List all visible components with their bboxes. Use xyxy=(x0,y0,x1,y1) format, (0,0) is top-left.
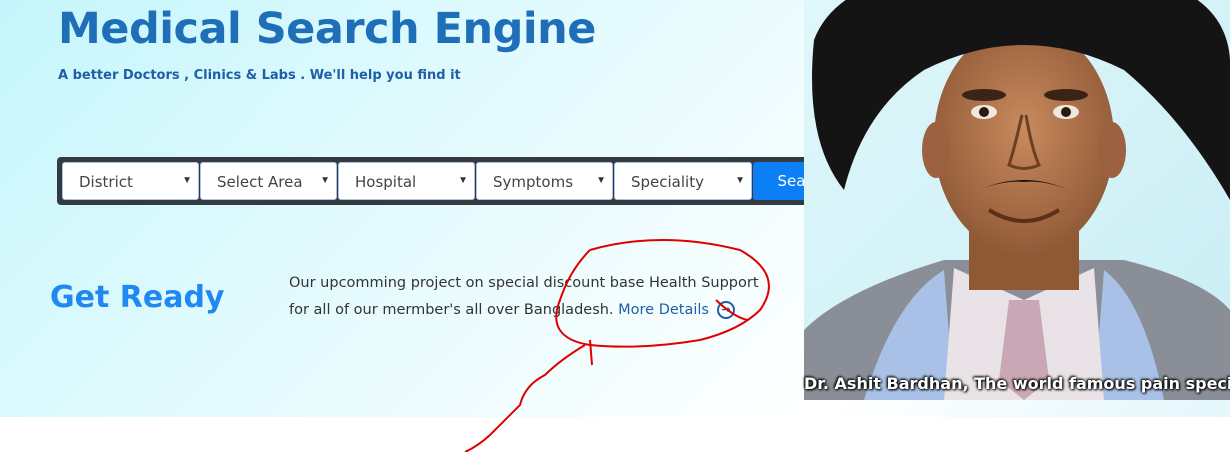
more-details-link[interactable]: More Details → xyxy=(618,301,735,319)
area-select[interactable]: Select Area ▼ xyxy=(200,162,337,200)
hospital-select[interactable]: Hospital ▼ xyxy=(338,162,475,200)
symptoms-select-label: Symptoms xyxy=(493,173,574,191)
doctor-portrait xyxy=(804,0,1230,400)
district-select[interactable]: District ▼ xyxy=(62,162,199,200)
chevron-down-icon: ▼ xyxy=(320,175,330,186)
promo-text: Our upcomming project on special discoun… xyxy=(289,270,769,324)
arrow-circle-right-icon: → xyxy=(716,301,735,319)
search-bar: District ▼ Select Area ▼ Hospital ▼ Symp… xyxy=(57,157,897,205)
chevron-down-icon: ▼ xyxy=(458,175,468,186)
area-select-label: Select Area xyxy=(217,173,303,191)
get-ready-heading: Get Ready xyxy=(50,280,225,315)
chevron-down-icon: ▼ xyxy=(735,175,745,186)
district-select-label: District xyxy=(79,173,133,191)
hero-section: Medical Search Engine A better Doctors ,… xyxy=(0,0,1230,417)
symptoms-select[interactable]: Symptoms ▼ xyxy=(476,162,613,200)
chevron-down-icon: ▼ xyxy=(182,175,192,186)
promo-line-2: for all of our mermber's all over Bangla… xyxy=(289,302,614,318)
chevron-down-icon: ▼ xyxy=(596,175,606,186)
hospital-select-label: Hospital xyxy=(355,173,417,191)
speciality-select-label: Speciality xyxy=(631,173,704,191)
speciality-select[interactable]: Speciality ▼ xyxy=(614,162,752,200)
more-details-label: More Details xyxy=(618,302,709,318)
promo-line-1: Our upcomming project on special discoun… xyxy=(289,275,759,291)
doctor-photo xyxy=(804,0,1230,400)
doctor-caption: Dr. Ashit Bardhan, The world famous pain… xyxy=(804,374,1230,393)
page-title: Medical Search Engine xyxy=(58,4,596,54)
page-subtitle: A better Doctors , Clinics & Labs . We'l… xyxy=(58,68,461,83)
